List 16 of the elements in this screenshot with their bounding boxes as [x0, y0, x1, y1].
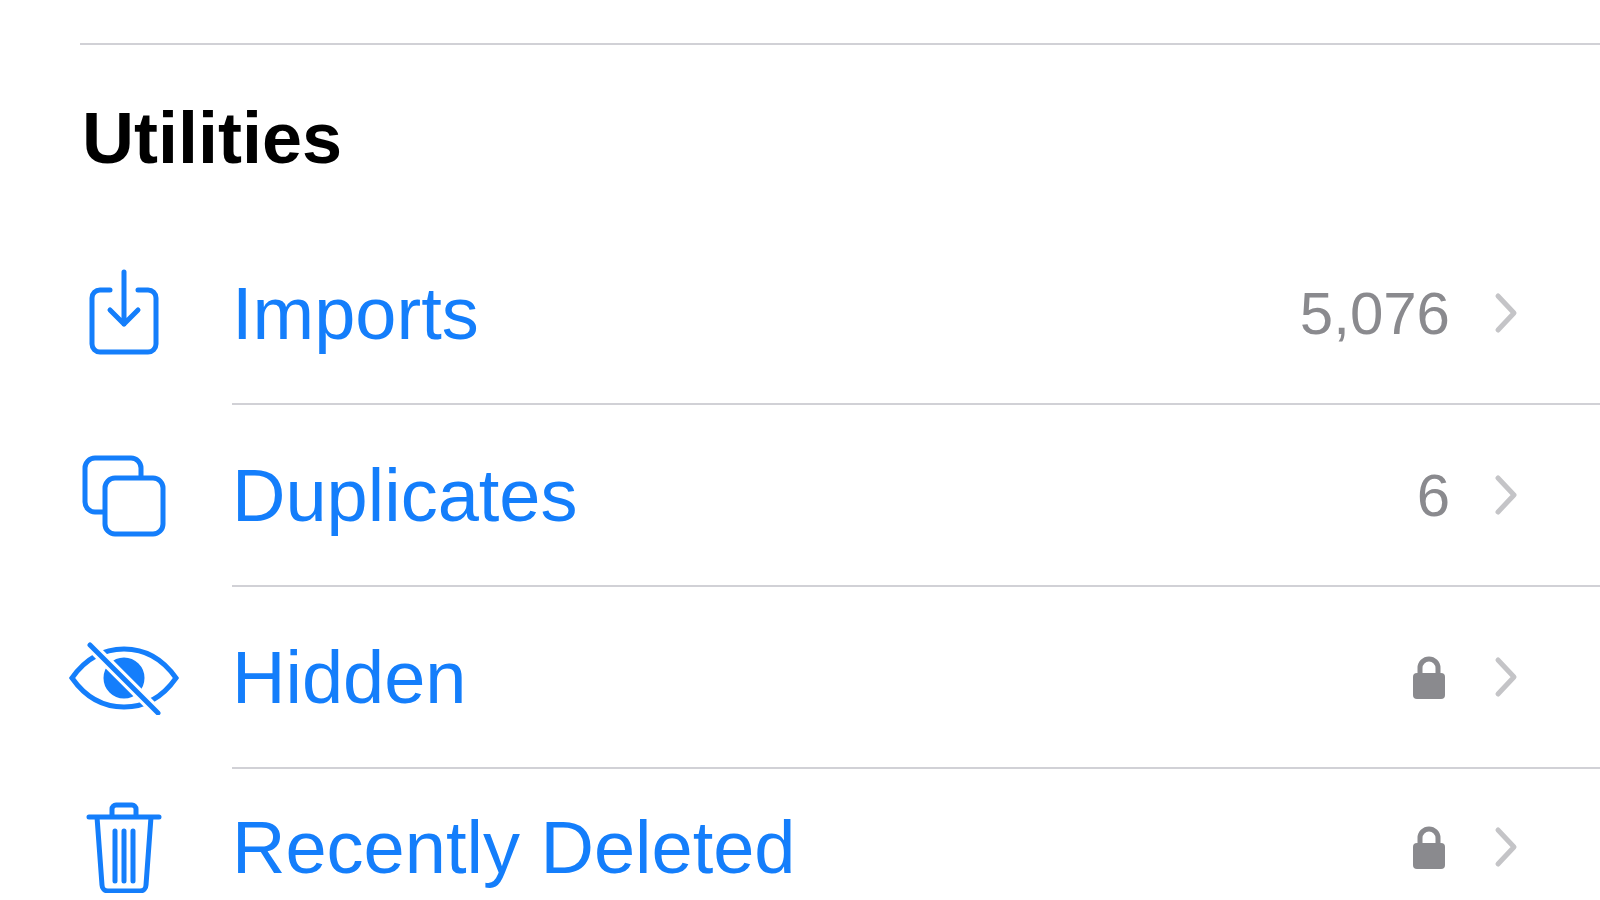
chevron-right-icon [1494, 474, 1518, 516]
section-title: Utilities [81, 97, 344, 180]
eye-slash-icon [68, 641, 180, 715]
chevron-right-icon [1494, 826, 1518, 868]
item-count: 6 [1416, 460, 1450, 530]
lock-icon [1412, 654, 1446, 700]
list-row[interactable]: Duplicates 6 [232, 405, 1600, 587]
lock-icon [1412, 824, 1446, 870]
list-row[interactable]: Recently Deleted [232, 769, 1600, 900]
trash-icon [85, 801, 163, 893]
duplicate-squares-icon [81, 454, 167, 538]
chevron-right-icon [1494, 656, 1518, 698]
list-row[interactable]: Hidden [232, 587, 1600, 769]
chevron-right-icon [1494, 292, 1518, 334]
list-row[interactable]: Imports 5,076 [232, 223, 1600, 405]
item-count: 5,076 [1299, 278, 1450, 348]
